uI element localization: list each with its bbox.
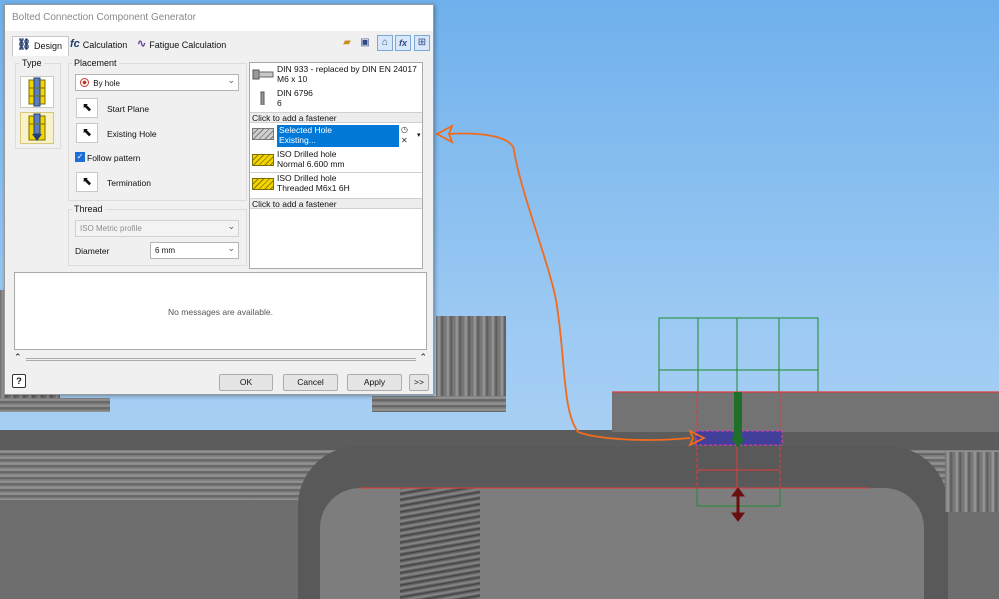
hole-selected-text: Selected Hole Existing...: [277, 125, 399, 147]
existing-hole-label: Existing Hole: [107, 129, 157, 139]
fastener-list[interactable]: DIN 933 - replaced by DIN EN 24017 M6 x …: [249, 62, 423, 269]
design-guide-icon[interactable]: ⌂: [377, 35, 393, 51]
bolt-icon: [252, 69, 274, 80]
drilled-hole-icon: [252, 154, 274, 166]
tab-calculation[interactable]: fc Calculation: [66, 36, 133, 56]
hole-selected-line2: Existing...: [279, 135, 316, 145]
cursor-pick-icon: ⬉: [81, 125, 93, 139]
hole-selected-item[interactable]: Selected Hole Existing... ◷ ✕ ▾: [250, 124, 422, 148]
termination-button[interactable]: ⬉: [76, 172, 98, 192]
selected-hole-icon: [252, 128, 274, 140]
messages-splitter[interactable]: ⌃ ⌃: [14, 352, 427, 363]
fastener-bolt-size: M6 x 10: [277, 74, 308, 84]
fastener-bolt-name: DIN 933 - replaced by DIN EN 24017: [277, 64, 417, 74]
messages-panel: No messages are available.: [14, 272, 427, 350]
termination-arrow: [731, 487, 745, 522]
tab-design[interactable]: ⛓ Design: [12, 36, 69, 56]
chevron-down-icon: ⌄: [227, 221, 235, 231]
clock-icon[interactable]: ◷: [401, 124, 415, 135]
hole-drilled-normal-item[interactable]: ISO Drilled hole Normal 6.600 mm: [250, 149, 422, 173]
chevron-down-icon: ⌄: [227, 75, 235, 85]
collapse-up-icon[interactable]: ⌃: [14, 352, 22, 363]
annotation-arrow-line: [447, 132, 691, 441]
bolted-connection-dialog: Bolted Connection Component Generator ⛓ …: [4, 4, 434, 395]
diameter-label: Diameter: [75, 246, 110, 256]
ok-button[interactable]: OK: [219, 374, 273, 391]
diameter-value: 6 mm: [155, 246, 175, 255]
hole-row-dropdown-icon[interactable]: ▾: [417, 131, 421, 141]
thread-profile-dropdown: ISO Metric profile ⌄: [75, 220, 239, 237]
placement-dropdown[interactable]: By hole ⌄: [75, 74, 239, 91]
hole-row-tools: ◷ ✕: [401, 124, 415, 146]
fatigue-wave-icon: ∿: [137, 38, 147, 50]
start-plane-label: Start Plane: [107, 104, 150, 114]
hole-selected-line1: Selected Hole: [279, 125, 332, 135]
cursor-pick-icon: ⬉: [81, 100, 93, 114]
add-fastener-bottom[interactable]: Click to add a fastener: [250, 198, 422, 209]
splitter-bar: [26, 358, 416, 361]
thread-group-label: Thread: [72, 204, 105, 214]
placement-group-label: Placement: [72, 58, 119, 68]
apply-button[interactable]: Apply: [347, 374, 402, 391]
follow-pattern-label: Follow pattern: [87, 153, 141, 163]
blind-bolt-type-button[interactable]: [20, 112, 54, 144]
threaded-hole-icon: [252, 178, 274, 190]
fastener-washer-name: DIN 6796: [277, 88, 313, 98]
help-icon: ?: [16, 376, 22, 386]
tab-calculation-label: Calculation: [82, 40, 128, 50]
fastener-bolt-item[interactable]: DIN 933 - replaced by DIN EN 24017 M6 x …: [250, 64, 422, 88]
cursor-pick-icon: ⬉: [81, 174, 93, 188]
hole-drilled-normal-line2: Normal 6.600 mm: [277, 159, 345, 169]
dialog-titlebar[interactable]: Bolted Connection Component Generator: [5, 5, 433, 31]
existing-hole-button[interactable]: ⬉: [76, 123, 98, 143]
fastener-washer-size: 6: [277, 98, 282, 108]
placement-by-hole-icon: [80, 78, 89, 87]
through-bolt-type-icon: [28, 77, 46, 107]
delete-icon[interactable]: ✕: [401, 135, 415, 146]
save-icon[interactable]: ▣: [357, 35, 373, 51]
tab-fatigue-label: Fatigue Calculation: [149, 40, 227, 50]
follow-pattern-checkbox[interactable]: ✓: [75, 152, 85, 162]
hole-drilled-threaded-line2: Threaded M6x1 6H: [277, 183, 350, 193]
washer-icon: [260, 91, 265, 105]
fx-calc-icon: fc: [70, 38, 80, 50]
fx-icon[interactable]: fx: [395, 35, 411, 51]
add-fastener-top[interactable]: Click to add a fastener: [250, 112, 422, 123]
termination-label: Termination: [107, 178, 151, 188]
start-plane-button[interactable]: ⬉: [76, 98, 98, 118]
through-bolt-type-button[interactable]: [20, 76, 54, 108]
expand-up-icon[interactable]: ⌃: [419, 352, 427, 363]
open-folder-icon[interactable]: ▰: [339, 35, 355, 51]
blind-bolt-type-icon: [28, 113, 46, 141]
hole-drilled-threaded-line1: ISO Drilled hole: [277, 173, 337, 183]
bolt-shaft-preview: [734, 392, 742, 440]
tab-design-label: Design: [33, 41, 62, 51]
hole-drilled-normal-line1: ISO Drilled hole: [277, 149, 337, 159]
type-group-label: Type: [20, 58, 44, 68]
annotation-arrowhead-left: [435, 124, 454, 144]
help-button[interactable]: ?: [12, 374, 26, 388]
messages-text: No messages are available.: [168, 307, 273, 317]
hole-drilled-threaded-item[interactable]: ISO Drilled hole Threaded M6x1 6H: [250, 173, 422, 197]
options-icon[interactable]: ⊞: [414, 35, 430, 51]
more-button[interactable]: >>: [409, 374, 429, 391]
design-tab-icon: ⛓: [17, 39, 31, 51]
diameter-dropdown[interactable]: 6 mm ⌄: [150, 242, 239, 259]
fastener-washer-item[interactable]: DIN 6796 6: [250, 88, 422, 112]
cancel-button[interactable]: Cancel: [283, 374, 338, 391]
thread-profile-value: ISO Metric profile: [80, 224, 142, 233]
placement-dropdown-value: By hole: [93, 79, 120, 88]
dialog-title: Bolted Connection Component Generator: [12, 12, 197, 23]
chevron-down-icon: ⌄: [227, 243, 235, 253]
tab-fatigue-calculation[interactable]: ∿ Fatigue Calculation: [133, 36, 232, 56]
